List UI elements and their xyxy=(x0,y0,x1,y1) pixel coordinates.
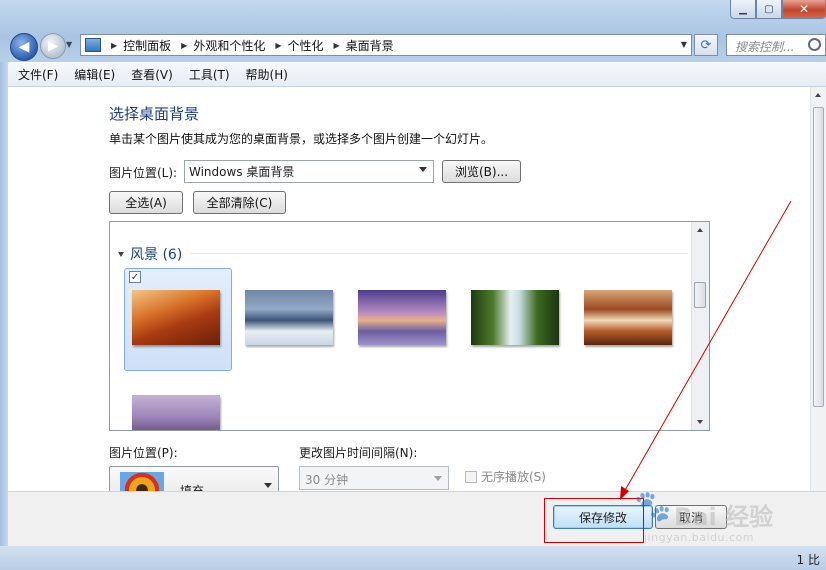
breadcrumb-label: 控制面板 xyxy=(123,38,172,53)
wallpaper-thumbnail[interactable] xyxy=(471,290,559,345)
wallpaper-thumbnail[interactable] xyxy=(132,395,220,430)
breadcrumb-item[interactable]: ▶ 控制面板 xyxy=(109,37,171,54)
breadcrumb-separator-icon: ▶ xyxy=(181,40,188,50)
breadcrumb-label: 个性化 xyxy=(287,38,324,53)
back-button[interactable]: ◀ xyxy=(10,33,38,61)
breadcrumb-item[interactable]: ▶ 个性化 xyxy=(273,37,323,54)
search-placeholder: 搜索控制... xyxy=(735,40,795,54)
picture-location-value: Windows 桌面背景 xyxy=(189,165,295,179)
menu-view[interactable]: 查看(V) xyxy=(125,66,179,83)
page-scrollbar[interactable] xyxy=(810,87,826,491)
gallery-scrollbar[interactable] xyxy=(691,222,709,430)
watermark-text: Bai 经验 xyxy=(674,503,774,531)
scroll-up-icon[interactable] xyxy=(815,93,821,97)
window-controls: ▁ ▢ ✕ xyxy=(730,0,826,20)
breadcrumb-label: 外观和个性化 xyxy=(193,38,266,53)
maximize-button[interactable]: ▢ xyxy=(756,0,782,19)
window-left-border xyxy=(0,62,8,570)
content-area: 选择桌面背景 单击某个图片使其成为您的桌面背景，或选择多个图片创建一个幻灯片。 … xyxy=(8,87,826,506)
browse-button[interactable]: 浏览(B)... xyxy=(442,160,521,183)
control-panel-icon xyxy=(85,38,101,52)
breadcrumb-item[interactable]: ▶ 桌面背景 xyxy=(332,37,394,54)
scroll-down-icon[interactable] xyxy=(697,420,703,424)
refresh-button[interactable]: ⟳ xyxy=(694,34,718,56)
menu-bar: 文件(F) 编辑(E) 查看(V) 工具(T) 帮助(H) xyxy=(8,62,826,87)
status-text: 1 比 xyxy=(796,553,820,567)
breadcrumb-separator-icon: ▶ xyxy=(111,40,118,50)
breadcrumb-separator-icon: ▶ xyxy=(275,40,282,50)
annotation-highlight-box xyxy=(544,498,644,543)
chevron-down-icon: ▼ xyxy=(66,40,73,49)
paw-icon: 🐾 xyxy=(634,489,672,524)
chevron-down-icon xyxy=(419,167,427,172)
address-dropdown-icon[interactable]: ▼ xyxy=(681,40,687,49)
status-bar: 1 比 xyxy=(0,546,826,570)
minimize-button[interactable]: ▁ xyxy=(730,0,756,19)
scroll-up-icon[interactable] xyxy=(697,228,703,232)
wallpaper-thumbnail[interactable] xyxy=(584,290,672,345)
select-all-button[interactable]: 全选(A) xyxy=(109,191,183,214)
page-description: 单击某个图片使其成为您的桌面背景，或选择多个图片创建一个幻灯片。 xyxy=(109,132,494,146)
address-bar[interactable]: ▶ 控制面板 ▶ 外观和个性化 ▶ 个性化 ▶ 桌面背景 ▼ xyxy=(80,34,692,56)
collapse-triangle-icon xyxy=(118,251,124,257)
chevron-down-icon xyxy=(264,483,272,488)
watermark-url: jingyan.baidu.com xyxy=(644,531,755,544)
search-icon[interactable] xyxy=(808,38,821,51)
shuffle-checkbox[interactable]: 无序播放(S) xyxy=(465,468,546,485)
close-button[interactable]: ✕ xyxy=(782,0,826,19)
recent-pages-dropdown[interactable]: ▼ xyxy=(66,40,72,49)
breadcrumb-separator-icon: ▶ xyxy=(333,40,340,50)
picture-checkbox[interactable]: ✓ xyxy=(129,271,141,283)
baidu-watermark: 🐾 Bai 经验 jingyan.baidu.com xyxy=(634,485,784,545)
group-name: 风景 (6) xyxy=(130,247,183,263)
picture-location-label: 图片位置(L): xyxy=(109,166,178,180)
page-title: 选择桌面背景 xyxy=(109,105,200,123)
wallpaper-thumbnail[interactable] xyxy=(245,290,333,345)
menu-file[interactable]: 文件(F) xyxy=(12,66,64,83)
shuffle-label: 无序播放(S) xyxy=(481,470,546,484)
chevron-down-icon xyxy=(434,476,442,481)
interval-select[interactable]: 30 分钟 xyxy=(299,466,449,490)
scroll-thumb[interactable] xyxy=(694,282,706,308)
breadcrumb-item[interactable]: ▶ 外观和个性化 xyxy=(179,37,265,54)
picture-location-select[interactable]: Windows 桌面背景 xyxy=(184,160,434,183)
wallpaper-thumbnail[interactable] xyxy=(358,290,446,345)
group-divider xyxy=(190,253,688,254)
forward-button[interactable]: ▶ xyxy=(40,33,66,59)
picture-position-label: 图片位置(P): xyxy=(109,446,178,460)
search-input[interactable]: 搜索控制... xyxy=(726,34,826,56)
menu-tools[interactable]: 工具(T) xyxy=(183,66,236,83)
refresh-icon: ⟳ xyxy=(700,37,712,53)
picture-gallery[interactable]: 风景 (6) ✓ xyxy=(109,221,710,431)
wallpaper-thumbnail[interactable] xyxy=(132,290,220,345)
group-header-landscapes[interactable]: 风景 (6) xyxy=(118,244,182,264)
clear-all-button[interactable]: 全部清除(C) xyxy=(193,191,286,214)
change-interval-label: 更改图片时间间隔(N): xyxy=(299,446,418,460)
forward-arrow-icon: ▶ xyxy=(48,38,58,54)
scroll-thumb[interactable] xyxy=(813,107,824,407)
menu-edit[interactable]: 编辑(E) xyxy=(68,66,121,83)
breadcrumb-label: 桌面背景 xyxy=(345,38,394,53)
back-arrow-icon: ◀ xyxy=(18,39,30,55)
checkbox-box[interactable] xyxy=(465,470,477,483)
interval-value: 30 分钟 xyxy=(305,473,349,487)
menu-help[interactable]: 帮助(H) xyxy=(240,66,294,83)
